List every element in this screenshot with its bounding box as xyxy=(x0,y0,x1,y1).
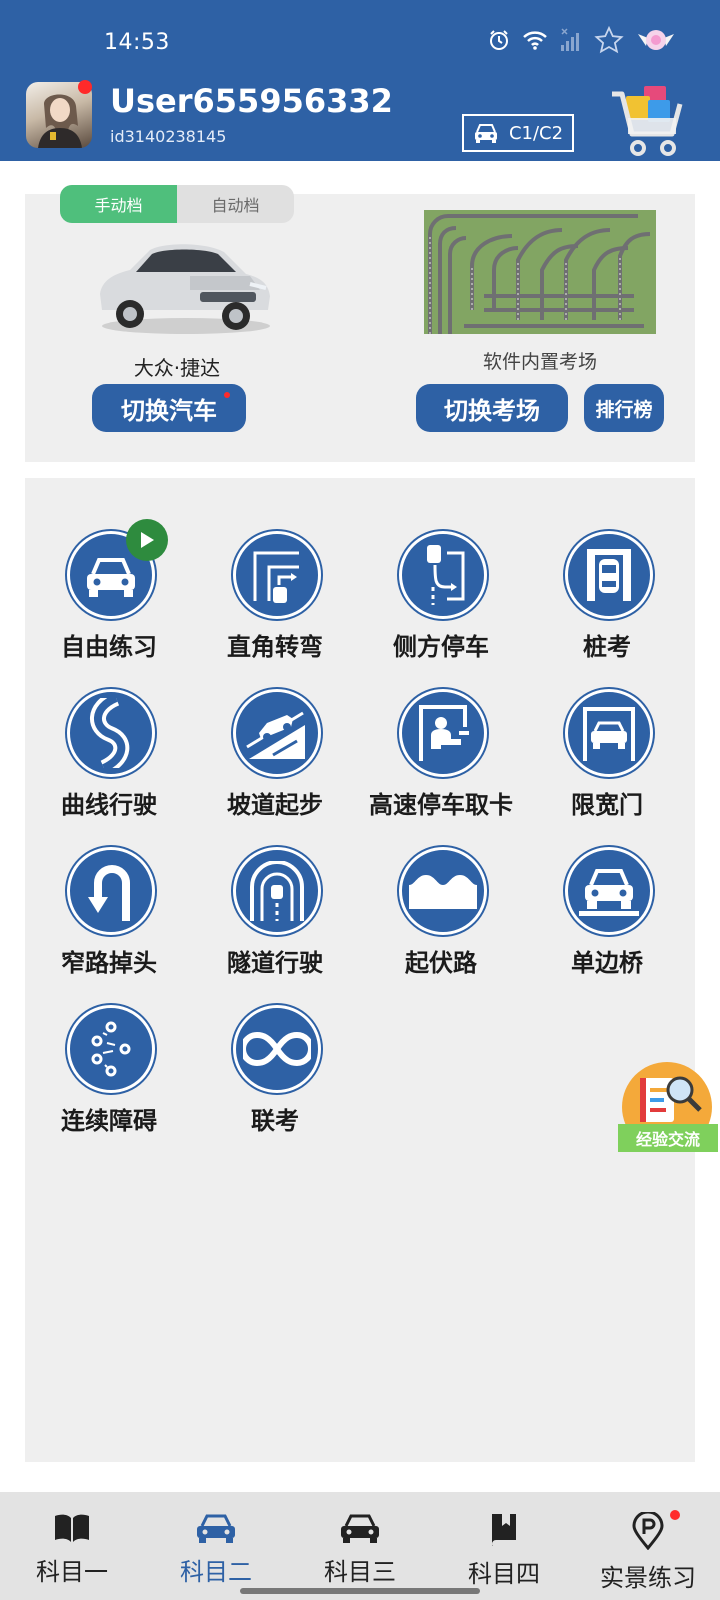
infinity-icon xyxy=(233,1005,321,1093)
ranking-label: 排行榜 xyxy=(595,398,653,421)
app-badge-icon xyxy=(638,30,674,50)
switch-exam-button[interactable]: 切换考场 xyxy=(416,384,568,432)
car-front-icon xyxy=(341,1514,379,1543)
nav-label: 实景练习 xyxy=(600,1564,696,1592)
switch-car-label: 切换汽车 xyxy=(121,396,217,425)
ranking-button[interactable]: 排行榜 xyxy=(584,384,664,432)
username: User655956332 xyxy=(110,82,393,120)
obstacles-icon xyxy=(67,1005,155,1093)
bookmark-book-icon xyxy=(492,1514,516,1546)
practice-item-label: 联考 xyxy=(251,1107,299,1135)
gear-manual-tab[interactable]: 手动档 xyxy=(60,185,177,223)
practice-item-width-gate[interactable]: 限宽门 xyxy=(524,637,690,819)
right-angle-turn-icon xyxy=(233,531,321,619)
star-icon xyxy=(594,26,624,54)
practice-item-obstacles[interactable]: 连续障碍 xyxy=(26,953,192,1135)
width-gate-icon xyxy=(565,689,653,777)
app-header: 14:53 User655956332 id3140238145 C1/C2 xyxy=(0,0,720,161)
nav-subject-two[interactable]: 科目二 xyxy=(144,1492,288,1600)
practice-item-ramp[interactable]: 坡道起步 xyxy=(192,637,358,819)
car-image xyxy=(100,244,270,334)
status-time: 14:53 xyxy=(104,30,170,55)
clipboard-search-icon xyxy=(640,1076,702,1122)
pile-test-icon xyxy=(565,531,653,619)
user-id: id3140238145 xyxy=(110,127,227,146)
practice-item-side-parking[interactable]: 侧方停车 xyxy=(358,479,524,661)
ramp-start-icon xyxy=(233,689,321,777)
alarm-icon xyxy=(490,30,508,50)
practice-item-tunnel[interactable]: 隧道行驶 xyxy=(192,795,358,977)
avatar-notification-dot xyxy=(78,80,92,94)
gear-toggle[interactable]: 手动档 自动档 xyxy=(60,185,294,223)
wifi-icon xyxy=(523,31,547,50)
shopping-cart-icon[interactable] xyxy=(612,76,688,158)
nav-label: 科目二 xyxy=(180,1558,252,1586)
exam-map-thumbnail xyxy=(424,210,656,334)
car-name: 大众·捷达 xyxy=(133,356,221,380)
exam-label: 软件内置考场 xyxy=(482,351,597,373)
practice-item-label: 起伏路 xyxy=(405,949,477,977)
practice-item-single-bridge[interactable]: 单边桥 xyxy=(524,795,690,977)
license-type-button[interactable]: C1/C2 xyxy=(462,114,574,152)
side-parking-icon xyxy=(399,531,487,619)
nav-real-scene[interactable]: 实景练习 xyxy=(576,1492,720,1600)
nav-notification-dot xyxy=(670,1510,680,1520)
nav-label: 科目四 xyxy=(468,1560,540,1588)
nav-subject-one[interactable]: 科目一 xyxy=(0,1492,144,1600)
book-icon xyxy=(55,1514,89,1542)
practice-item-label: 单边桥 xyxy=(571,949,643,977)
s-curve-icon xyxy=(67,689,155,777)
parking-pin-icon xyxy=(632,1512,664,1550)
experience-exchange-button[interactable]: 经验交流 xyxy=(618,1062,718,1162)
home-indicator[interactable] xyxy=(240,1588,480,1594)
gear-auto-tab[interactable]: 自动档 xyxy=(177,185,294,223)
practice-item-u-turn[interactable]: 窄路掉头 xyxy=(26,795,192,977)
switch-exam-label: 切换考场 xyxy=(444,396,540,425)
bottom-nav: 科目一 科目二 科目三 科目四 实景练习 xyxy=(0,1492,720,1600)
practice-item-curve[interactable]: 曲线行驶 xyxy=(26,637,192,819)
practice-item-right-angle[interactable]: 直角转弯 xyxy=(192,479,358,661)
practice-item-pile-test[interactable]: 桩考 xyxy=(524,479,690,661)
switch-car-button[interactable]: 切换汽车 xyxy=(92,384,246,432)
play-icon[interactable] xyxy=(126,519,168,561)
bumpy-road-icon xyxy=(399,847,487,935)
car-front-icon xyxy=(474,124,497,143)
u-turn-icon xyxy=(67,847,155,935)
nav-subject-three[interactable]: 科目三 xyxy=(288,1492,432,1600)
signal-icon xyxy=(561,28,579,51)
status-icons xyxy=(488,26,676,54)
single-bridge-icon xyxy=(565,847,653,935)
experience-exchange-label: 经验交流 xyxy=(618,1124,718,1152)
car-icon xyxy=(197,1514,235,1543)
practice-item-bumpy[interactable]: 起伏路 xyxy=(358,795,524,977)
practice-item-toll[interactable]: 高速停车取卡 xyxy=(358,637,524,819)
practice-item-label: 连续障碍 xyxy=(61,1107,157,1135)
toll-booth-icon xyxy=(399,689,487,777)
practice-item-joint-exam[interactable]: 联考 xyxy=(192,953,358,1135)
switch-car-dot xyxy=(224,392,230,398)
practice-item-free[interactable]: 自由练习 xyxy=(26,479,192,661)
license-type-label: C1/C2 xyxy=(508,122,564,144)
nav-subject-four[interactable]: 科目四 xyxy=(432,1492,576,1600)
tunnel-icon xyxy=(233,847,321,935)
nav-label: 科目一 xyxy=(36,1558,108,1586)
nav-label: 科目三 xyxy=(324,1558,396,1586)
